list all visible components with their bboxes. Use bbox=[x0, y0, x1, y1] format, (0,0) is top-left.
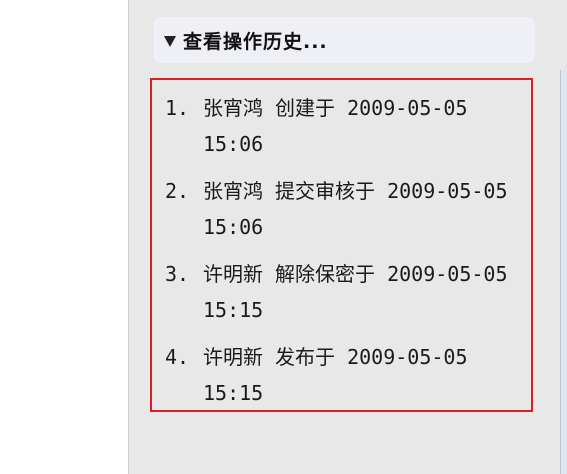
history-item-text: 许明新 解除保密于 2009-05-05 15:15 bbox=[203, 262, 508, 322]
triangle-down-icon[interactable] bbox=[164, 36, 176, 47]
history-item: 4. 许明新 发布于 2009-05-05 15:15 bbox=[165, 339, 531, 411]
history-title[interactable]: 查看操作历史... bbox=[183, 27, 328, 54]
history-item-text: 许明新 发布于 2009-05-05 15:15 bbox=[203, 345, 468, 405]
history-item-number: 4. bbox=[165, 345, 190, 369]
history-item: 3. 许明新 解除保密于 2009-05-05 15:15 bbox=[165, 256, 531, 328]
history-toggle-header[interactable]: 查看操作历史... bbox=[154, 17, 535, 63]
history-item-number: 3. bbox=[165, 262, 190, 286]
history-item-text: 张宵鸿 提交审核于 2009-05-05 15:06 bbox=[203, 179, 508, 239]
page: 查看操作历史... 1. 张宵鸿 创建于 2009-05-05 15:06 2.… bbox=[0, 0, 567, 474]
scrollbar-strip[interactable] bbox=[560, 70, 567, 474]
history-list-box: 1. 张宵鸿 创建于 2009-05-05 15:06 2. 张宵鸿 提交审核于… bbox=[150, 78, 533, 412]
history-item-text: 张宵鸿 创建于 2009-05-05 15:06 bbox=[203, 96, 468, 156]
history-item-number: 1. bbox=[165, 96, 190, 120]
history-item: 1. 张宵鸿 创建于 2009-05-05 15:06 bbox=[165, 90, 531, 162]
history-list: 1. 张宵鸿 创建于 2009-05-05 15:06 2. 张宵鸿 提交审核于… bbox=[152, 80, 531, 411]
history-item-number: 2. bbox=[165, 179, 190, 203]
history-item: 2. 张宵鸿 提交审核于 2009-05-05 15:06 bbox=[165, 173, 531, 245]
